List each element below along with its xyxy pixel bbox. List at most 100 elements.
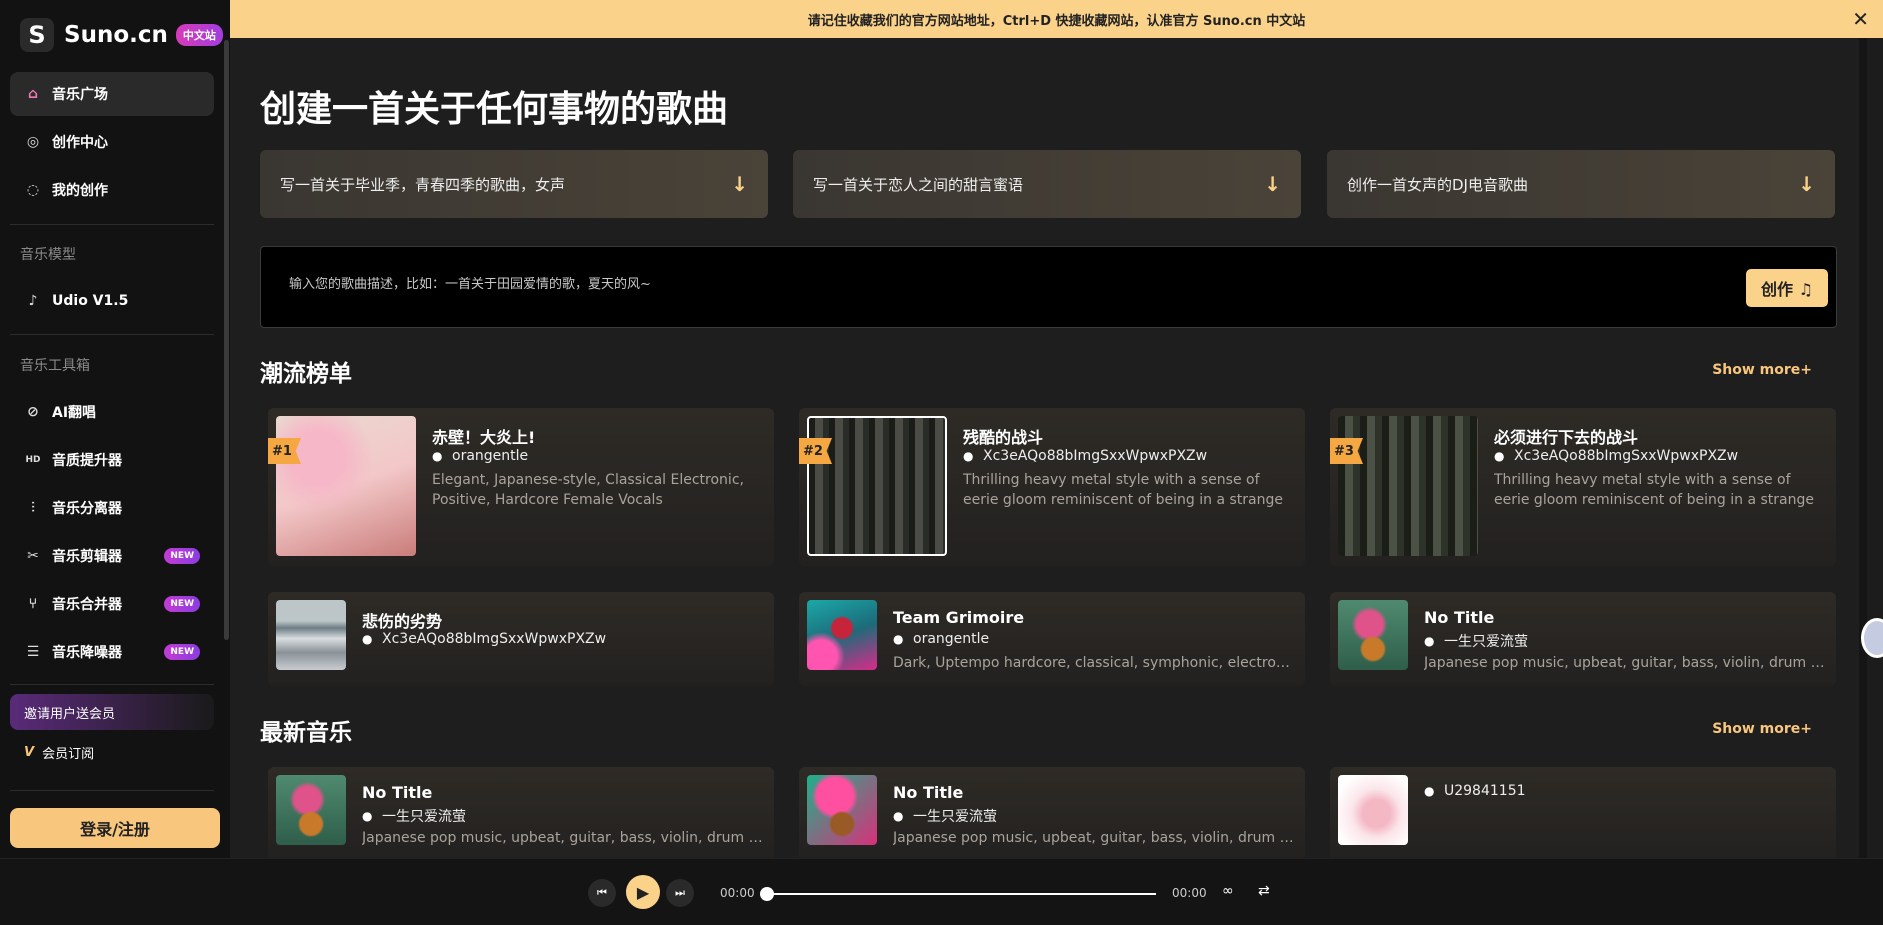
sidebar-item-editor[interactable]: ✂ 音乐剪辑器 NEW	[10, 534, 214, 578]
divider	[10, 224, 214, 225]
divider	[10, 790, 214, 791]
song-cover-image	[1338, 416, 1478, 556]
song-author[interactable]: ● U29841151	[1424, 783, 1526, 799]
main-content: 创建一首关于任何事物的歌曲 写一首关于毕业季，青春四季的歌曲，女声 ↓ 写一首关…	[230, 38, 1867, 858]
song-author[interactable]: ● 一生只爱流萤	[893, 806, 997, 826]
song-title: No Title	[362, 783, 433, 802]
song-author[interactable]: ● orangentle	[893, 631, 989, 647]
trending-show-more-link[interactable]: Show more+	[1712, 362, 1812, 378]
song-description: Elegant, Japanese-style, Classical Elect…	[432, 472, 744, 508]
trending-card[interactable]: #2 残酷的战斗 ● Xc3eAQo88bImgSxxWpwxPXZw Thri…	[799, 408, 1305, 566]
song-title: 赤壁！大炎上!	[432, 428, 536, 447]
sidebar-item-ai-cover[interactable]: ⊘ AI翻唱	[10, 390, 214, 434]
song-title: No Title	[1424, 608, 1495, 627]
author-name: Xc3eAQo88bImgSxxWpwxPXZw	[382, 631, 607, 647]
song-author[interactable]: ● Xc3eAQo88bImgSxxWpwxPXZw	[1494, 448, 1738, 464]
sidebar-item-udio[interactable]: ♪ Udio V1.5	[10, 279, 214, 323]
song-author[interactable]: ● 一生只爱流萤	[1424, 631, 1528, 651]
latest-card[interactable]: No Title ● 一生只爱流萤 Japanese pop music, up…	[799, 767, 1305, 858]
song-author[interactable]: ● orangentle	[432, 448, 528, 464]
author-name: U29841151	[1444, 783, 1526, 799]
trending-card[interactable]: No Title ● 一生只爱流萤 Japanese pop music, up…	[1330, 592, 1836, 686]
author-name: 一生只爱流萤	[913, 809, 997, 825]
song-author[interactable]: ● Xc3eAQo88bImgSxxWpwxPXZw	[963, 448, 1207, 464]
login-register-button[interactable]: 登录/注册	[10, 808, 220, 848]
sidebar-item-label: Udio V1.5	[52, 293, 129, 309]
prompt-text: 写一首关于恋人之间的甜言蜜语	[813, 175, 1024, 194]
sidebar-item-label: 音乐剪辑器	[52, 549, 122, 565]
new-badge: NEW	[164, 644, 200, 660]
prompt-text: 创作一首女声的DJ电音歌曲	[1347, 175, 1528, 194]
trending-title: 潮流榜单	[260, 361, 352, 387]
sidebar-item-label: 创作中心	[52, 135, 108, 151]
create-button[interactable]: 创作 ♫	[1746, 269, 1828, 307]
notice-banner: 请记住收藏我们的官方网站地址，Ctrl+D 快捷收藏网站，认准官方 Suno.c…	[230, 0, 1883, 38]
sidebar-item-label: 音乐广场	[52, 87, 108, 103]
author-name: Xc3eAQo88bImgSxxWpwxPXZw	[983, 448, 1208, 464]
next-track-button[interactable]: ⏭	[666, 879, 694, 907]
invite-users-link[interactable]: 邀请用户送会员	[10, 694, 214, 730]
sidebar-item-music-plaza[interactable]: ⌂ 音乐广场	[10, 72, 214, 116]
song-cover-image	[807, 775, 877, 845]
sidebar-item-label: 音乐合并器	[52, 597, 122, 613]
user-icon: ●	[893, 809, 904, 823]
progress-track[interactable]	[764, 893, 1156, 895]
song-author[interactable]: ● Xc3eAQo88bImgSxxWpwxPXZw	[362, 631, 606, 647]
sidebar-item-merger[interactable]: ⑂ 音乐合并器 NEW	[10, 582, 214, 626]
sidebar-item-creation-center[interactable]: ◎ 创作中心	[10, 120, 214, 164]
current-time: 00:00	[720, 886, 755, 900]
sidebar-item-label: AI翻唱	[52, 405, 97, 421]
progress-knob[interactable]	[760, 887, 774, 901]
total-time: 00:00	[1172, 886, 1207, 900]
latest-card[interactable]: No Title ● 一生只爱流萤 Japanese pop music, up…	[268, 767, 774, 858]
sidebar-item-my-creations[interactable]: ◌ 我的创作	[10, 168, 214, 212]
user-icon: ●	[362, 809, 373, 823]
subscription-link[interactable]: V 会员订阅	[10, 734, 214, 770]
trending-card[interactable]: 悲伤的劣势 ● Xc3eAQo88bImgSxxWpwxPXZw	[268, 592, 774, 686]
sidebar-item-quality-enhancer[interactable]: HD 音质提升器	[10, 438, 214, 482]
latest-title: 最新音乐	[260, 720, 352, 746]
brand[interactable]: S Suno.cn 中文站	[20, 18, 223, 52]
play-button[interactable]: ▶	[626, 875, 660, 909]
close-icon[interactable]: ✕	[1852, 7, 1869, 31]
latest-show-more-link[interactable]: Show more+	[1712, 721, 1812, 737]
chat-icon: ◌	[26, 182, 40, 198]
song-cover-image	[276, 416, 416, 556]
song-cover-image	[807, 600, 877, 670]
user-icon: ●	[963, 449, 974, 463]
sidebar-item-denoiser[interactable]: ☰ 音乐降噪器 NEW	[10, 630, 214, 674]
song-description-box: 创作 ♫	[260, 246, 1837, 328]
page-title: 创建一首关于任何事物的歌曲	[260, 89, 729, 130]
prompt-suggestion[interactable]: 写一首关于恋人之间的甜言蜜语 ↓	[793, 150, 1301, 218]
author-name: orangentle	[913, 631, 990, 647]
song-author[interactable]: ● 一生只爱流萤	[362, 806, 466, 826]
previous-track-button[interactable]: ⏮	[588, 879, 616, 907]
sidebar-scrollbar[interactable]	[224, 40, 229, 640]
trending-card[interactable]: #3 必须进行下去的战斗 ● Xc3eAQo88bImgSxxWpwxPXZw …	[1330, 408, 1836, 566]
arrow-down-icon: ↓	[1264, 172, 1281, 196]
song-cover-image	[807, 416, 947, 556]
author-name: 一生只爱流萤	[382, 809, 466, 825]
prompt-suggestion[interactable]: 创作一首女声的DJ电音歌曲 ↓	[1327, 150, 1835, 218]
microphone-icon: ⊘	[27, 404, 39, 420]
sidebar-item-label: 音乐分离器	[52, 501, 122, 517]
prompt-suggestion[interactable]: 写一首关于毕业季，青春四季的歌曲，女声 ↓	[260, 150, 768, 218]
arrow-down-icon: ↓	[1798, 172, 1815, 196]
latest-card[interactable]: ● U29841151	[1330, 767, 1836, 858]
trending-card[interactable]: Team Grimoire ● orangentle Dark, Uptempo…	[799, 592, 1305, 686]
author-name: orangentle	[452, 448, 529, 464]
song-description-input[interactable]	[289, 277, 1489, 292]
equalizer-icon: ⫶	[31, 500, 35, 516]
suno-logo-icon: S	[20, 18, 54, 52]
main-scrollbar[interactable]	[1859, 38, 1867, 858]
subscription-label: 会员订阅	[42, 746, 95, 762]
repeat-icon[interactable]: ⇄	[1258, 883, 1270, 899]
sidebar-item-label: 音乐降噪器	[52, 645, 122, 661]
user-icon: ●	[1424, 784, 1435, 798]
sidebar-item-separator[interactable]: ⫶ 音乐分离器	[10, 486, 214, 530]
sliders-icon: ☰	[26, 644, 40, 660]
song-description: Japanese pop music, upbeat, guitar, bass…	[1424, 655, 1828, 671]
loop-icon[interactable]: ∞	[1222, 883, 1234, 899]
user-icon: ●	[893, 632, 904, 646]
trending-card[interactable]: #1 赤壁！大炎上! ● orangentle Elegant, Japanes…	[268, 408, 774, 566]
